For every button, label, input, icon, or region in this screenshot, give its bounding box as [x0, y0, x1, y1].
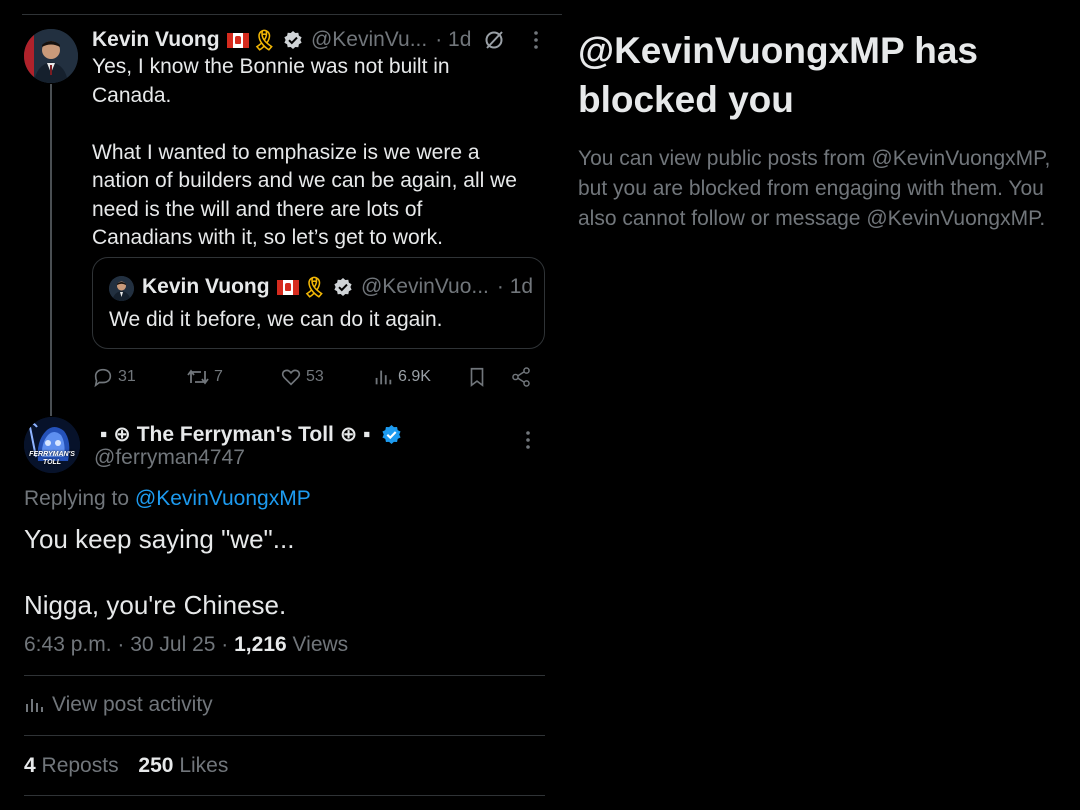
repost-button[interactable]: 7: [186, 364, 223, 390]
quoted-author-name: Kevin Vuong: [142, 275, 270, 298]
reply-text-line: You keep saying "we"...: [24, 524, 295, 554]
author-handle[interactable]: @KevinVu...: [311, 28, 427, 52]
views-button[interactable]: 6.9K: [372, 364, 431, 390]
view-post-activity-label: View post activity: [52, 693, 213, 716]
likes-link[interactable]: 250 Likes: [138, 754, 228, 777]
canada-flag-icon: [276, 279, 299, 295]
more-options-icon[interactable]: [533, 30, 539, 50]
replying-to-link[interactable]: @KevinVuongxMP: [135, 487, 311, 510]
verified-badge-icon: [333, 277, 353, 297]
reposts-link[interactable]: 4 Reposts: [24, 754, 119, 777]
quoted-tweet-text: We did it before, we can do it again.: [109, 308, 443, 331]
tweet-text-line: Canadians with it, so let’s get to work.: [92, 226, 443, 249]
grok-icon[interactable]: [483, 29, 505, 51]
verified-badge-icon: [283, 30, 303, 50]
view-count: 6.9K: [398, 368, 431, 385]
engagement-counts: 4 Reposts 250 Likes: [24, 754, 228, 778]
reply-icon: [94, 368, 112, 388]
tweet-text-line: nation of builders and we can be again, …: [92, 169, 517, 192]
blocked-title-line: blocked you: [578, 79, 794, 120]
tweet-text: Yes, I know the Bonnie was not built in …: [92, 53, 552, 253]
blocked-title-line: @KevinVuongxMP has: [578, 30, 978, 71]
share-icon: [512, 367, 530, 387]
divider: [24, 675, 545, 676]
view-post-activity-button[interactable]: View post activity: [24, 693, 213, 717]
quoted-author-handle: @KevinVuo...: [360, 275, 489, 298]
canada-flag-icon: [226, 32, 249, 48]
reposts-label: Reposts: [41, 754, 119, 777]
reply-count: 31: [118, 368, 136, 385]
tweet-text-line: need is the will and there are lots of: [92, 197, 423, 221]
like-button[interactable]: 53: [280, 364, 324, 390]
tweet-text-line: Yes, I know the Bonnie was not built in: [92, 55, 450, 78]
tweet-header: Kevin Vuong 🎗 @KevinVu... · 1d: [92, 25, 539, 55]
heart-icon: [281, 369, 301, 386]
likes-label: Likes: [179, 754, 229, 777]
avatar[interactable]: FERRYMAN'S TOLL: [24, 417, 80, 473]
tweet-time[interactable]: · 1d: [435, 28, 471, 52]
more-options-icon[interactable]: [525, 430, 531, 455]
views-count: 1,216: [234, 633, 287, 656]
divider: [24, 795, 545, 796]
tweet-text-line: What I wanted to emphasize is we were a: [92, 140, 480, 164]
divider: [22, 14, 562, 15]
author-name[interactable]: ▪ ⊕ The Ferryman's Toll ⊕ ▪: [100, 422, 371, 447]
ribbon-emoji: 🎗: [251, 29, 277, 52]
replying-to-label: Replying to: [24, 487, 130, 510]
analytics-icon: [26, 699, 43, 712]
tweet-text-line: Canada.: [92, 83, 172, 107]
author-name[interactable]: Kevin Vuong: [92, 28, 220, 52]
tweet-meta: 6:43 p.m. · 30 Jul 25 · 1,216 Views: [24, 633, 348, 657]
replying-to: Replying to @KevinVuongxMP: [24, 487, 311, 511]
divider: [24, 735, 545, 736]
bookmark-button[interactable]: [466, 364, 488, 390]
blocked-description: You can view public posts from @KevinVuo…: [578, 147, 1051, 230]
analytics-icon: [375, 370, 392, 385]
quoted-tweet-card[interactable]: Kevin Vuong 🎗 @KevinVuo... · 1d We did i…: [92, 257, 545, 349]
reply-author-row: ▪ ⊕ The Ferryman's Toll ⊕ ▪: [100, 420, 402, 448]
like-count: 53: [306, 368, 324, 385]
views-label: Views: [292, 633, 349, 656]
quoted-tweet-time: · 1d: [496, 275, 534, 298]
tweet-action-bar: 31 7 53 6.9K: [92, 364, 542, 390]
blocked-notice-panel: @KevinVuongxMP has blocked you You can v…: [578, 26, 1068, 234]
quoted-tweet-header: Kevin Vuong 🎗 @KevinVuo... · 1d: [142, 272, 533, 302]
verified-badge-icon: [381, 424, 402, 445]
thread-connector-line: [50, 84, 52, 416]
reply-button[interactable]: 31: [92, 364, 136, 390]
share-button[interactable]: [510, 364, 532, 390]
tweet-thread-panel: Kevin Vuong 🎗 @KevinVu... · 1d Yes, I kn…: [0, 0, 562, 810]
avatar-text: FERRYMAN'S TOLL: [29, 451, 75, 466]
repost-icon: [187, 369, 209, 385]
ribbon-emoji: 🎗: [301, 276, 327, 299]
reposts-count: 4: [24, 754, 36, 777]
repost-count: 7: [214, 368, 223, 385]
avatar[interactable]: [24, 29, 78, 83]
bookmark-icon: [470, 367, 484, 387]
avatar: [109, 276, 134, 301]
likes-count: 250: [138, 754, 174, 777]
author-handle[interactable]: @ferryman4747: [94, 446, 245, 470]
blocked-title: @KevinVuongxMP has blocked you: [578, 26, 1068, 124]
timestamp[interactable]: 6:43 p.m. · 30 Jul 25 ·: [24, 633, 228, 656]
reply-text-line: Nigga, you're Chinese.: [24, 590, 287, 620]
